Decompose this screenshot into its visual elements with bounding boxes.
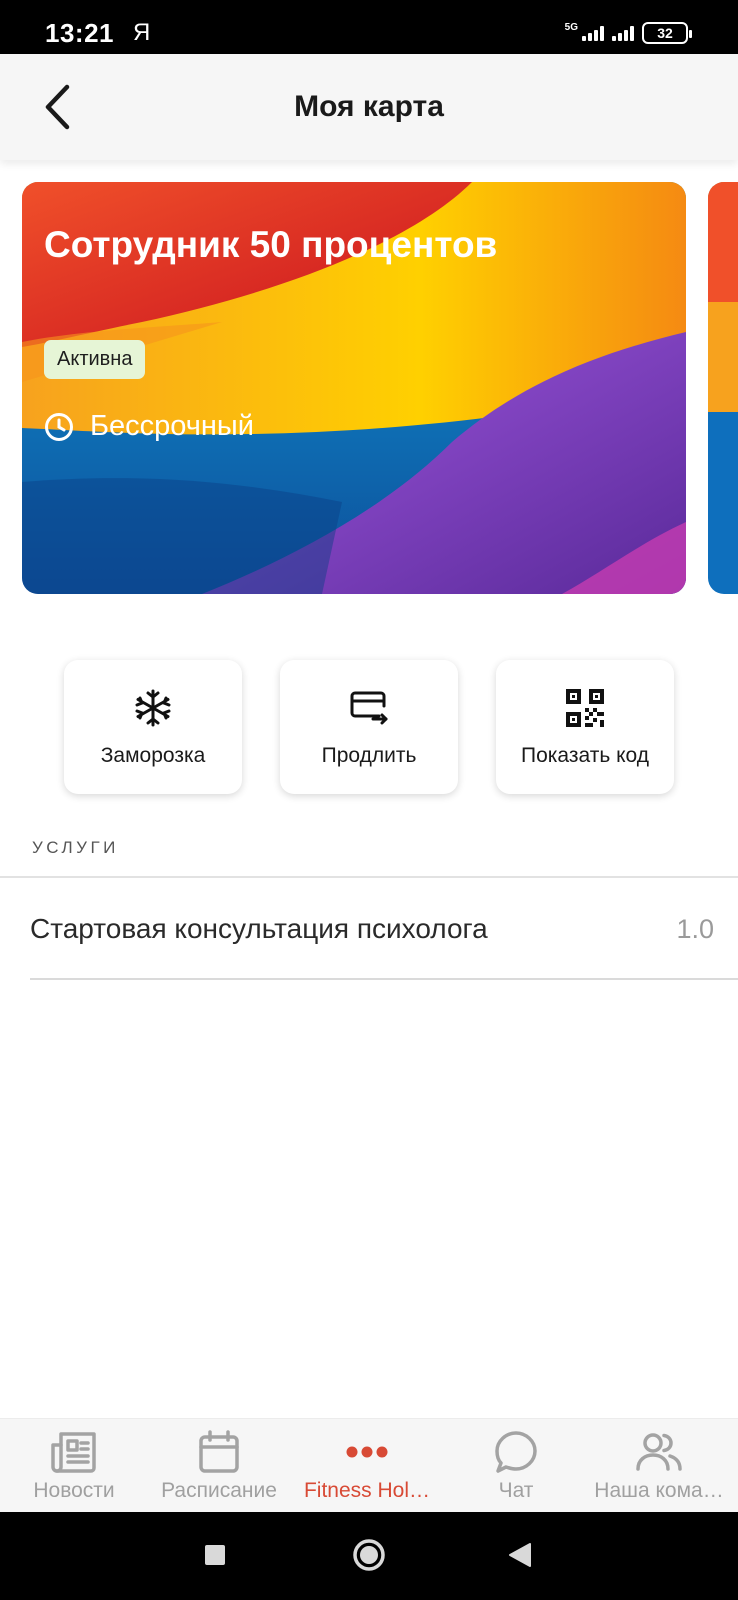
clock-icon [45,412,73,441]
service-item[interactable]: Стартовая консультация психолога 1.0 [30,880,738,980]
nav-label-chat: Чат [498,1479,534,1502]
nav-item-news[interactable]: Новости [26,1419,122,1513]
system-back-button[interactable] [508,1542,532,1573]
nav-item-fitness-hol[interactable]: Fitness Hol… [294,1419,440,1513]
network-type: 5G [564,21,578,33]
yandex-app-indicator: Я [133,19,151,46]
card-status-badge: Активна [44,340,146,379]
bottom-navigation: Новости Расписание Fitness Hol… Чат Наша… [0,1418,738,1512]
freeze-label: Заморозка [100,744,206,767]
nav-item-chat[interactable]: Чат [478,1419,554,1513]
show-code-label: Показать код [521,744,649,767]
nav-label-schedule: Расписание [161,1479,277,1502]
wifi-signal-icon [612,25,634,41]
battery-icon: 32 [642,22,692,44]
battery-level: 32 [657,25,673,41]
card-validity: Бессрочный [44,410,254,443]
recents-square-icon [205,1545,225,1565]
status-indicators: 5G 32 [564,21,692,44]
membership-card[interactable]: Сотрудник 50 процентов Активна Бессрочны… [22,182,686,594]
screen: 13:21 Я 5G 32 Моя карта Сотрудник 50 про… [0,0,738,1600]
extend-label: Продлить [321,744,417,767]
services-section-title: УСЛУГИ [32,838,119,857]
recents-button[interactable] [204,1544,226,1571]
chat-icon [495,1431,537,1473]
status-time: 13:21 [45,18,114,48]
next-membership-card[interactable] [708,182,738,594]
service-name: Стартовая консультация психолога [30,913,488,944]
calendar-icon [199,1430,239,1473]
back-triangle-icon [509,1543,531,1567]
card-validity-label: Бессрочный [90,410,254,442]
qr-code-icon [566,689,604,727]
status-bar: 13:21 Я 5G 32 [0,0,738,54]
nav-label-news: Новости [33,1479,115,1502]
signal-icon [582,25,604,41]
nav-label-fitness-hol: Fitness Hol… [303,1479,431,1502]
more-dots-icon [346,1446,388,1458]
nav-item-schedule[interactable]: Расписание [152,1419,286,1513]
app-header: Моя карта [0,54,738,160]
nav-label-our-team: Наша кома… [594,1479,724,1502]
service-quantity: 1.0 [676,913,714,944]
home-circle-icon [353,1539,385,1571]
show-code-button[interactable]: Показать код [496,660,674,794]
card-extend-icon [350,691,388,725]
snowflake-icon [135,689,171,727]
divider [0,876,738,878]
freeze-button[interactable]: Заморозка [64,660,242,794]
news-icon [51,1432,96,1473]
card-title: Сотрудник 50 процентов [44,224,498,265]
home-button[interactable] [352,1538,386,1577]
team-icon [636,1433,682,1471]
system-navigation-bar [0,1512,738,1600]
page-title: Моя карта [294,90,444,123]
card-background [708,182,738,594]
extend-button[interactable]: Продлить [280,660,458,794]
nav-item-our-team[interactable]: Наша кома… [588,1419,730,1513]
